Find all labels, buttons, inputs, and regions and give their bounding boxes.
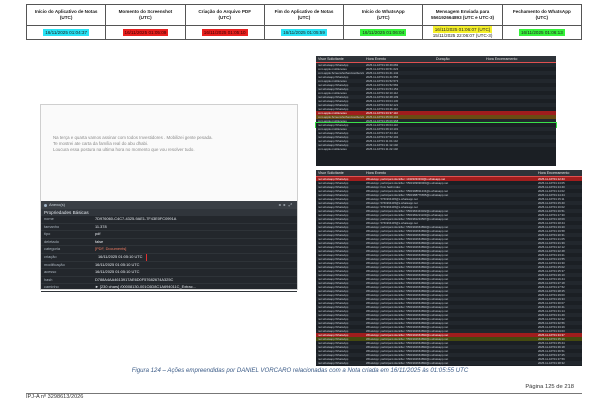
property-row: criação 16/11/2025 01:05:10 UTC [41,253,297,262]
timeline-header-cell: Momento do Screenshot (UTC) [105,4,186,26]
whatsapp-interaction-log: Visor Solicitante Hora Evento Hora Encer… [316,170,582,366]
property-key: tamanho [44,223,60,229]
property-key: hash [44,276,53,282]
notes-end-time: 16/11/2025 01:05:59 [281,28,327,37]
whatsapp-start-time: 16/11/2025 01:06:04 [360,28,407,37]
timeline-value-row: 16/11/2025 01:04:37 16/11/2025 01:05:09 … [25,25,583,40]
property-row: nome 7D976060-C4C7-4325-9AE1-7F43E0FC0991… [41,216,297,224]
property-value: [PDF, Documents] [95,246,127,252]
column-header[interactable]: Hora Encerramento [486,56,517,62]
property-value: pdf [95,231,101,237]
log-row[interactable]: net.whatsapp.WhatsApp WhatsApp: participa… [316,361,582,365]
property-key: nome [44,216,54,221]
whatsapp-close-time: 16/11/2025 01:06:13 [518,28,565,37]
column-header[interactable]: Visor Solicitante [318,170,344,176]
property-value: false [95,238,104,244]
property-row: hash D788A4AA4613917AE6D0F57682674A325C [41,277,297,285]
timeline-value-cell: 16/11/2025 01:05:59 [263,25,345,40]
message-sent-time-utc3: 15/11/2025 22:06:07 (UTC-3) [432,33,493,39]
column-header[interactable]: Hora Evento [366,170,386,176]
message-sent-time-utc: 16/11/2025 01:06:07 (UTC) [432,26,493,34]
property-value: 16/11/2025 01:05:10 UTC [95,261,140,267]
property-value: 7D976060-C4C7-4325-9AE1-7F43E0FC0991A [95,216,177,221]
timeline-value-cell: 16/11/2025 01:06:13 [501,25,583,40]
notes-start-time: 16/11/2025 01:04:37 [43,28,90,37]
property-row: caminho ► [230 chars] /00008130-001C6D8C1… [41,284,297,292]
interaction-header: Visor Solicitante Hora Evento Hora Encer… [316,170,582,177]
property-key: acesso [44,269,57,275]
property-key: tipo [44,231,51,237]
log-app: net.whatsapp.WhatsApp [318,361,349,365]
timeline-table: Início do Aplicativo de Notas (UTC) Momen… [25,4,583,40]
property-key: criação [44,253,57,259]
property-key: caminho [44,284,59,290]
column-header[interactable]: Duração [436,56,450,62]
property-row: modificação 16/11/2025 01:05:10 UTC [41,262,297,270]
app-usage-header: Visor Solicitante Hora Evento Duração Ho… [316,56,556,63]
column-header[interactable]: Hora Encerramento [538,170,569,176]
property-row: tamanho 11.378 [41,224,297,232]
property-value: D788A4AA4613917AE6D0F57682674A325C [95,276,174,282]
timeline-header-cell: Fim do Aplicativo de Notas (UTC) [263,4,345,26]
property-key: deletado [44,238,59,244]
note-message: Na terça e quarta vamos assinar com todo… [53,135,289,153]
property-value: 16/11/2025 01:05:10 UTC [95,269,140,275]
column-header[interactable]: Hora Evento [366,56,386,62]
timeline-header-cell: Criação do Arquivo PDF (UTC) [184,4,265,26]
nav-arrows-icon[interactable]: ◂ ▸ ⤢ [279,202,293,207]
timeline-value-cell: 16/11/2025 01:05:10 [184,25,265,40]
timeline-header-cell: Fechamento do WhatsApp (UTC) [501,4,583,26]
interaction-rows: net.whatsapp.WhatsApp WhatsApp: participa… [316,177,582,365]
pdf-evidence-panel: Na terça e quarta vamos assinar com todo… [40,104,298,292]
property-row: tipo pdf [41,231,297,239]
timeline-value-cell: 16/11/2025 01:06:04 [343,25,424,40]
property-key: modificação [44,261,65,267]
log-detail: WhatsApp: participant.identifier: 556199… [366,361,449,365]
log-time: 2025-11-16T01:11:22.102 [366,147,398,151]
footer-divider [26,393,582,394]
column-header[interactable]: Visor Solicitante [318,56,344,62]
app-usage-rows: net.whatsapp.WhatsApp 2025-11-16T01:00:49… [315,63,557,151]
attachment-label: Anexo(s) [49,202,66,207]
timeline-value-cell: 16/11/2025 01:05:09 [105,25,186,40]
document-id: IPJ-A nº 3298613/2026 [26,394,84,400]
timeline-header-row: Início do Aplicativo de Notas (UTC) Momen… [25,4,583,26]
properties-title: Propriedades Básicas [41,209,297,216]
page-number: Página 125 de 218 [525,384,574,390]
pdf-preview: Na terça e quarta vamos assinar com todo… [41,105,297,201]
pdf-creation-time: 16/11/2025 01:05:10 [201,28,248,37]
app-usage-log: Visor Solicitante Hora Evento Duração Ho… [315,56,557,166]
property-key: categoria [44,246,61,252]
property-row: acesso 16/11/2025 01:05:10 UTC [41,269,297,277]
log-row[interactable]: com.apple.mobilenotes 2025-11-16T01:11:22… [316,147,556,151]
attachment-bar: Anexo(s) ◂ ▸ ⤢ [41,201,297,209]
log-app: com.apple.mobilenotes [318,147,347,151]
property-value: ► [230 chars] /00008130-001C6D8C1A694011… [95,284,196,290]
creation-time-highlight: 16/11/2025 01:05:10 UTC [95,253,147,261]
timeline-value-cell: 16/11/2025 01:04:37 [25,25,107,40]
property-row: deletado false [41,239,297,247]
log-time: 2025-11-16T01:38:32 [538,361,565,365]
screenshot-time: 16/11/2025 01:05:09 [122,28,169,37]
timeline-value-cell: 16/11/2025 01:06:07 (UTC) 15/11/2025 22:0… [422,25,503,40]
figure-caption: Figura 124 – Ações empreendidas por DANI… [131,367,469,374]
property-value: 11.378 [95,223,107,229]
attachment-icon [44,203,47,207]
timeline-header-cell: Início do Aplicativo de Notas (UTC) [25,4,107,26]
timeline-header-cell: Mensagem Enviada para 556192664893 (UTC e… [422,4,503,26]
timeline-header-cell: Início do WhatsApp (UTC) [343,4,424,26]
properties-panel: Propriedades Básicas nome 7D976060-C4C7-4… [41,209,297,292]
note-line: Loucura essa postura na ultima hora no m… [53,147,195,152]
property-row: categoria [PDF, Documents] [41,246,297,254]
